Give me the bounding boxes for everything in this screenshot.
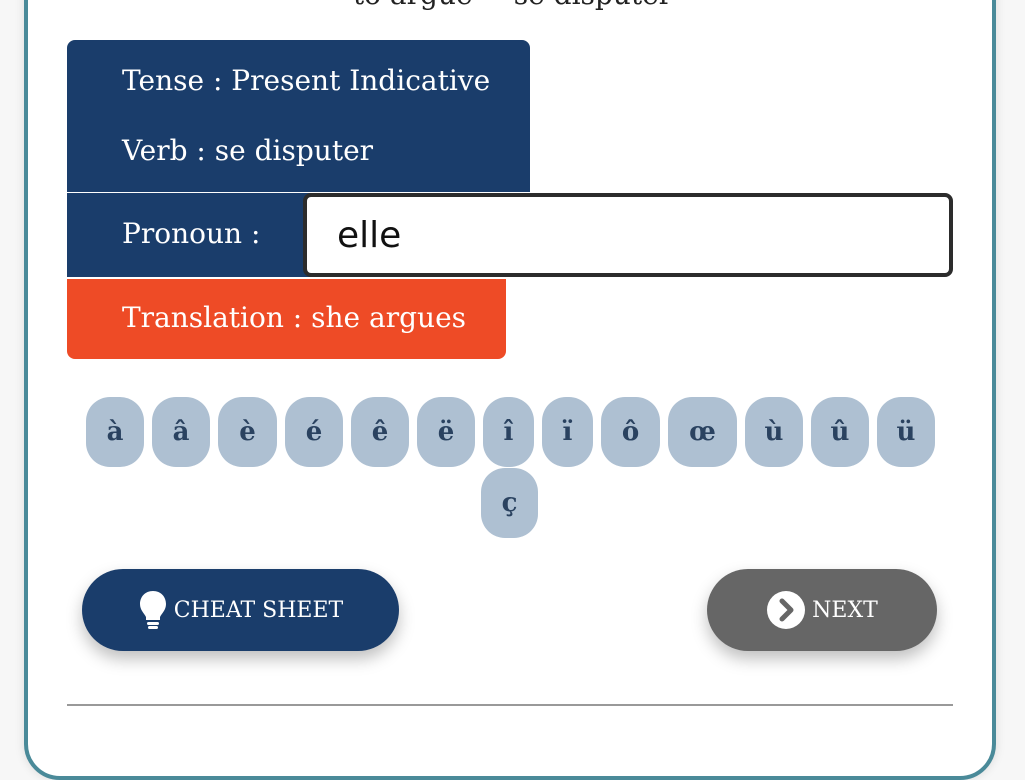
translation-label: Translation : (122, 301, 303, 334)
accent-keyboard-row-1: à â è é ê ë î ï ô œ ù û ü (86, 397, 936, 467)
tense-label: Tense : (122, 64, 223, 97)
cheat-sheet-label: CHEAT SHEET (173, 597, 344, 623)
verb-label: Verb : (122, 134, 206, 167)
verb-line: Verb : se disputer (122, 134, 373, 167)
cheat-sheet-button[interactable]: CHEAT SHEET (82, 569, 399, 651)
translation-line: Translation : she argues (122, 301, 466, 334)
accent-key[interactable]: à (86, 397, 144, 467)
next-button[interactable]: NEXT (707, 569, 937, 651)
translation-value: she argues (311, 301, 467, 334)
accent-key[interactable]: ü (877, 397, 935, 467)
accent-key[interactable]: œ (668, 397, 737, 467)
verb-value: se disputer (214, 134, 374, 167)
tense-line: Tense : Present Indicative (122, 64, 490, 97)
accent-key[interactable]: î (483, 397, 534, 467)
accent-key[interactable]: ô (601, 397, 660, 467)
divider (67, 704, 953, 706)
translation-panel: Translation : she argues (67, 279, 506, 359)
accent-key[interactable]: û (811, 397, 869, 467)
accent-key[interactable]: è (218, 397, 277, 467)
accent-key[interactable]: â (152, 397, 210, 467)
accent-key[interactable]: ï (542, 397, 593, 467)
tense-value: Present Indicative (231, 64, 491, 97)
prompt-text: to argue = se disputer (0, 0, 1025, 11)
info-panel: Tense : Present Indicative Verb : se dis… (67, 40, 530, 192)
accent-key[interactable]: ê (351, 397, 409, 467)
accent-key[interactable]: ù (745, 397, 803, 467)
accent-key[interactable]: ç (481, 468, 538, 538)
pronoun-input[interactable] (303, 193, 953, 277)
pronoun-row: Pronoun : (67, 193, 953, 277)
pronoun-label: Pronoun : (122, 217, 261, 250)
accent-keyboard-row-2: ç (481, 468, 541, 538)
lightbulb-icon (139, 591, 166, 629)
chevron-right-circle-icon (767, 591, 806, 629)
accent-key[interactable]: ë (417, 397, 475, 467)
accent-key[interactable]: é (285, 397, 343, 467)
next-label: NEXT (812, 597, 878, 623)
